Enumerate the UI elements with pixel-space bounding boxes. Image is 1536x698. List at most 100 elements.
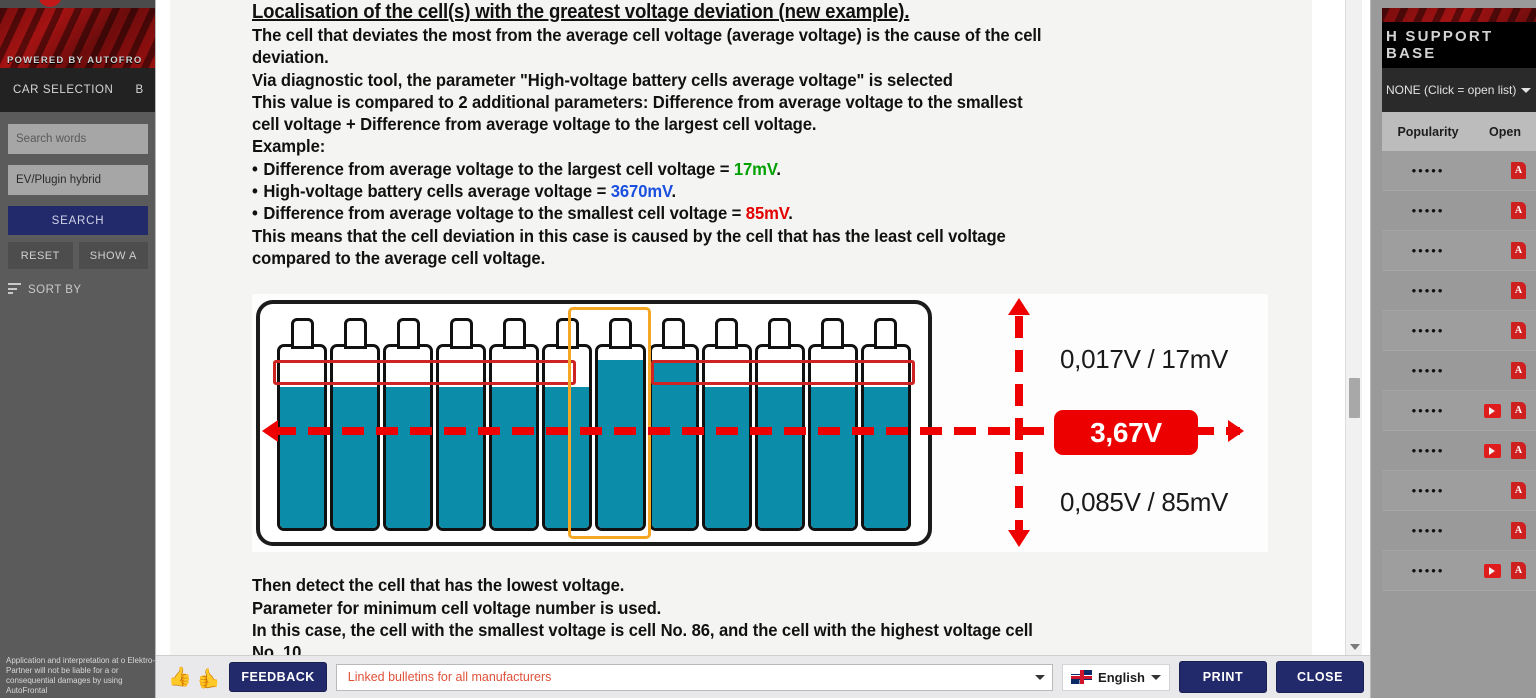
scroll-down-icon[interactable] <box>1350 644 1360 650</box>
table-row[interactable]: ••••• <box>1382 511 1536 551</box>
after-figure-line-2: Parameter for minimum cell voltage numbe… <box>252 597 662 618</box>
background-left-sidebar: POWERED BY AUTOFRO CAR SELECTION B Searc… <box>0 0 170 698</box>
battery-cell <box>860 318 911 532</box>
battery-cell-fill <box>333 387 378 529</box>
support-base-title: H SUPPORT BASE <box>1382 22 1536 68</box>
video-icon[interactable] <box>1484 563 1501 578</box>
document-paragraph-3-line-2: cell voltage + Difference from average v… <box>252 114 817 135</box>
battery-cell-body <box>277 344 328 532</box>
feedback-rating-group: 👍 👎 <box>162 667 221 688</box>
arrow-down-icon <box>1008 530 1030 548</box>
label-upper-deviation: 0,017V / 17mV <box>1060 344 1229 375</box>
right-banner-stripe <box>1382 8 1536 22</box>
uk-flag-icon <box>1071 670 1093 684</box>
pdf-icon[interactable] <box>1511 282 1526 299</box>
bullet-item-1: Difference from average voltage to the l… <box>252 158 1246 180</box>
thumbs-down-icon[interactable]: 👎 <box>197 667 221 688</box>
close-button[interactable]: CLOSE <box>1276 661 1364 693</box>
battery-cell <box>489 318 540 532</box>
nav-item-car-selection[interactable]: CAR SELECTION <box>0 84 113 96</box>
battery-cell-fill <box>651 359 696 529</box>
popularity-rating: ••••• <box>1411 283 1445 298</box>
pdf-icon[interactable] <box>1511 482 1526 499</box>
thumbs-up-icon[interactable]: 👍 <box>168 668 192 687</box>
bullet-item-3: Difference from average voltage to the s… <box>252 202 1246 224</box>
reset-button[interactable]: RESET <box>8 242 73 269</box>
bullet-1-value: 17mV <box>733 158 777 179</box>
table-row[interactable]: ••••• <box>1382 351 1536 391</box>
battery-cell-body <box>330 344 381 532</box>
battery-cell-fill <box>810 387 855 529</box>
highlighted-cells-box <box>568 307 651 540</box>
table-row[interactable]: ••••• <box>1382 311 1536 351</box>
linked-bulletins-select[interactable]: Linked bulletins for all manufacturers <box>335 663 1054 691</box>
table-row[interactable]: ••••• <box>1382 191 1536 231</box>
video-icon-placeholder <box>1484 204 1501 218</box>
linked-bulletins-value: Linked bulletins for all manufacturers <box>347 670 552 684</box>
table-row[interactable]: ••••• <box>1382 471 1536 511</box>
search-button[interactable]: SEARCH <box>8 206 148 235</box>
bullet-3-value: 85mV <box>745 203 789 224</box>
battery-cell-fill <box>863 387 908 529</box>
bullet-2-value: 3670mV <box>610 181 672 202</box>
pdf-icon[interactable] <box>1511 162 1526 179</box>
battery-cell-terminal <box>715 318 739 350</box>
language-selector[interactable]: English <box>1062 663 1170 691</box>
document-scrollbar[interactable] <box>1345 0 1362 655</box>
video-icon[interactable] <box>1484 403 1501 418</box>
document-scroll-area[interactable]: Localisation of the cell(s) with the gre… <box>156 0 1370 655</box>
chevron-down-icon <box>1521 87 1532 93</box>
table-row[interactable]: ••••• <box>1382 271 1536 311</box>
bullet-2-text: High-voltage battery cells average volta… <box>263 181 611 202</box>
scrollbar-thumb[interactable] <box>1349 378 1360 418</box>
pdf-icon[interactable] <box>1511 322 1526 339</box>
nav-item-b[interactable]: B <box>113 84 143 96</box>
video-icon-placeholder <box>1484 524 1501 538</box>
video-icon[interactable] <box>1484 443 1501 458</box>
battery-cell-terminal <box>821 318 845 350</box>
deviation-dashed-line <box>1015 316 1023 531</box>
pdf-icon[interactable] <box>1511 562 1526 579</box>
pdf-icon[interactable] <box>1511 522 1526 539</box>
table-row[interactable]: ••••• <box>1382 551 1536 591</box>
battery-cell-body <box>436 344 487 532</box>
table-row[interactable]: ••••• <box>1382 391 1536 431</box>
screen: POWERED BY AUTOFRO CAR SELECTION B Searc… <box>0 0 1536 698</box>
chevron-down-icon <box>1035 674 1046 680</box>
battery-cell-terminal <box>343 318 367 350</box>
open-actions <box>1474 522 1536 539</box>
chevron-down-icon <box>1151 674 1161 680</box>
pdf-icon[interactable] <box>1511 362 1526 379</box>
battery-cell-terminal <box>396 318 420 350</box>
category-select[interactable]: EV/Plugin hybrid <box>8 165 148 195</box>
background-search-panel: Search words EV/Plugin hybrid SEARCH RES… <box>0 112 156 698</box>
pdf-icon[interactable] <box>1511 442 1526 459</box>
battery-cell-fill <box>386 387 431 529</box>
video-icon-placeholder <box>1484 284 1501 298</box>
battery-cell <box>436 318 487 532</box>
battery-cell-fill <box>704 387 749 529</box>
battery-cell <box>648 318 699 532</box>
pdf-icon[interactable] <box>1511 402 1526 419</box>
pdf-icon[interactable] <box>1511 202 1526 219</box>
table-row[interactable]: ••••• <box>1382 151 1536 191</box>
manufacturer-filter-select[interactable]: NONE (Click = open list) <box>1382 68 1536 112</box>
table-row[interactable]: ••••• <box>1382 431 1536 471</box>
pdf-icon[interactable] <box>1511 242 1526 259</box>
search-words-input[interactable]: Search words <box>8 124 148 154</box>
column-header-popularity: Popularity <box>1397 124 1459 139</box>
battery-cell-terminal <box>502 318 526 350</box>
open-actions <box>1474 162 1536 179</box>
bullet-1-text: Difference from average voltage to the l… <box>263 158 734 179</box>
feedback-button[interactable]: FEEDBACK <box>229 662 327 692</box>
table-row[interactable]: ••••• <box>1382 231 1536 271</box>
battery-cell <box>383 318 434 532</box>
battery-cell-terminal <box>449 318 473 350</box>
show-all-button[interactable]: SHOW A <box>78 242 148 269</box>
popularity-rating: ••••• <box>1411 403 1445 418</box>
bullet-2-suffix: . <box>671 181 677 202</box>
sort-by-control[interactable]: SORT BY <box>8 283 156 297</box>
open-actions <box>1474 202 1536 219</box>
label-lower-deviation: 0,085V / 85mV <box>1060 487 1229 518</box>
print-button[interactable]: PRINT <box>1179 661 1267 693</box>
